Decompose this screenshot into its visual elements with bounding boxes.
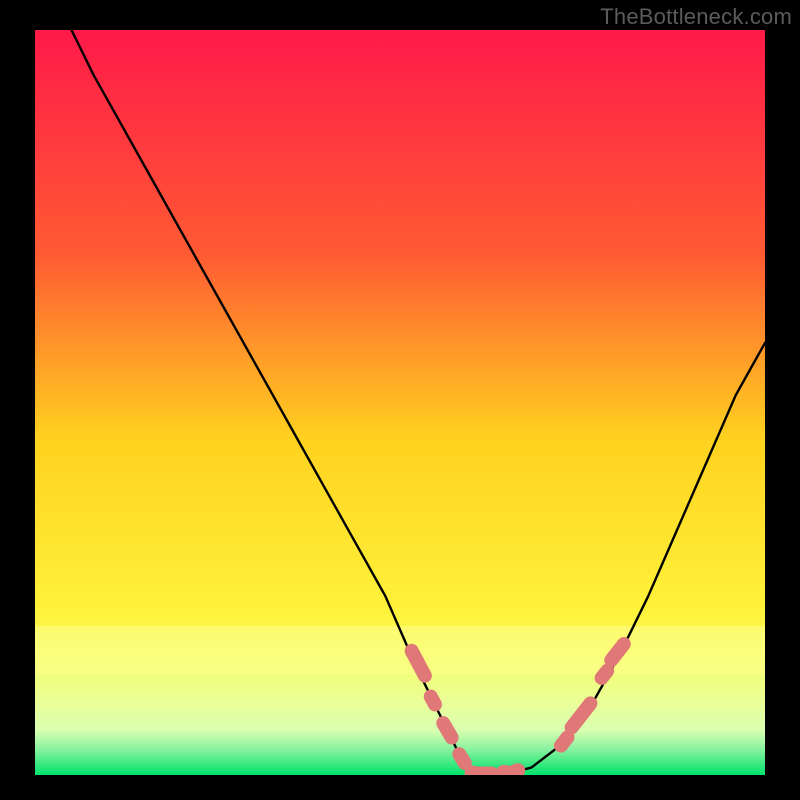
watermark-text: TheBottleneck.com: [600, 4, 792, 30]
chart-svg: [35, 30, 765, 775]
plot-area: [35, 30, 765, 775]
chart-container: TheBottleneck.com: [0, 0, 800, 800]
pale-band: [35, 626, 765, 674]
marker-bottom-1: [469, 767, 498, 775]
